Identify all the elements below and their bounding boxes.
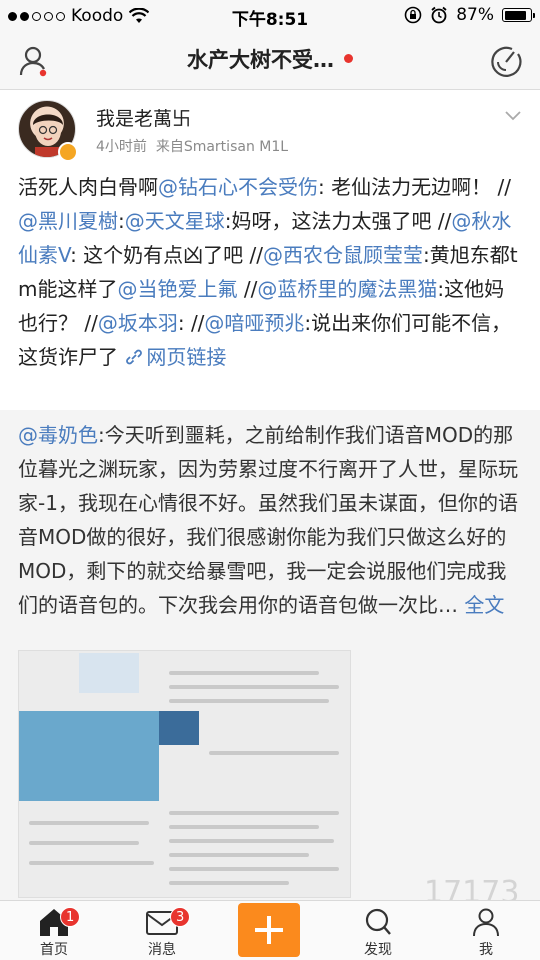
- tab-home[interactable]: 1 首页: [0, 901, 108, 960]
- post-body: 活死人肉白骨啊@钻石心不会受伤: 老仙法力无边啊！ // @黑川夏樹:@天文星球:…: [18, 170, 523, 374]
- post-source: 来自Smartisan M1L: [155, 139, 289, 155]
- status-bar: Koodo 下午8:51 87%: [0, 0, 540, 32]
- image-header-card: [79, 653, 139, 693]
- tab-me-label: 我: [479, 942, 493, 958]
- post-time: 4小时前: [96, 139, 147, 155]
- repost-mention[interactable]: @毒奶色: [18, 423, 98, 447]
- web-link-label: 网页链接: [146, 345, 227, 369]
- post-meta: 4小时前 来自Smartisan M1L: [96, 136, 288, 156]
- verified-badge-icon: [58, 142, 78, 162]
- weibo-post[interactable]: 我是老萬卐 4小时前 来自Smartisan M1L 活死人肉白骨啊@钻石心不会…: [0, 90, 540, 410]
- alarm-icon: [431, 6, 447, 24]
- battery-percent: 87%: [456, 5, 494, 25]
- profile-icon: [473, 908, 499, 937]
- mention-link[interactable]: @当铯爱上氟: [117, 277, 237, 301]
- post-text-segment: : 老仙法力无边啊！ //: [318, 175, 511, 199]
- author-name[interactable]: 我是老萬卐: [96, 104, 191, 131]
- repost-body: @毒奶色:今天听到噩耗，之前给制作我们语音MOD的那位暮光之渊玩家，因为劳累过度…: [18, 418, 523, 622]
- tab-messages-label: 消息: [148, 942, 176, 958]
- tab-discover[interactable]: 发现: [324, 901, 432, 960]
- radar-icon[interactable]: [488, 44, 524, 80]
- page-title-text: 水产大树不受…: [187, 48, 334, 72]
- mention-link[interactable]: @钻石心不会受伤: [158, 175, 318, 199]
- post-segments: 活死人肉白骨啊@钻石心不会受伤: 老仙法力无边啊！ // @黑川夏樹:@天文星球:…: [18, 175, 518, 369]
- post-text-segment: :: [118, 209, 125, 233]
- mention-link[interactable]: @西农仓鼠顾莹莹: [263, 243, 423, 267]
- tab-discover-label: 发现: [364, 942, 392, 958]
- page-title: 水产大树不受…: [0, 44, 540, 74]
- web-link[interactable]: 网页链接: [124, 345, 226, 369]
- post-text-segment: 活死人肉白骨啊: [18, 175, 158, 199]
- post-text-segment: :妈呀，这法力太强了吧 //: [224, 209, 452, 233]
- post-text-segment: : //: [177, 311, 205, 335]
- battery-icon: [502, 8, 535, 22]
- repost-text: :今天听到噩耗，之前给制作我们语音MOD的那位暮光之渊玩家，因为劳累过度不行离开…: [18, 423, 518, 617]
- home-badge: 1: [60, 907, 81, 927]
- mention-link[interactable]: @蓝桥里的魔法黑猫: [257, 277, 437, 301]
- tab-me[interactable]: 我: [432, 901, 540, 960]
- messages-badge: 3: [170, 907, 191, 927]
- unread-dot: [344, 54, 353, 63]
- rotation-lock-icon: [404, 6, 422, 24]
- search-icon: [365, 908, 391, 935]
- tab-home-label: 首页: [40, 942, 68, 958]
- mention-link[interactable]: @黑川夏樹: [18, 209, 118, 233]
- mention-link[interactable]: @喑哑预兆: [204, 311, 304, 335]
- mention-link[interactable]: @天文星球: [125, 209, 225, 233]
- link-icon: [126, 349, 143, 365]
- navigation-bar: 水产大树不受…: [0, 32, 540, 90]
- post-text-segment: : 这个奶有点凶了吧 //: [70, 243, 263, 267]
- tab-bar: 1 首页 3 消息 发现 我: [0, 900, 540, 960]
- repost-image[interactable]: [18, 650, 351, 898]
- full-text-link[interactable]: 全文: [464, 593, 504, 617]
- compose-button[interactable]: [238, 903, 300, 957]
- post-text-segment: //: [237, 277, 258, 301]
- chevron-down-icon[interactable]: [504, 106, 522, 124]
- reposted-content[interactable]: @毒奶色:今天听到噩耗，之前给制作我们语音MOD的那位暮光之渊玩家，因为劳累过度…: [0, 410, 540, 900]
- image-avatar-panel: [19, 711, 159, 801]
- mention-link[interactable]: @坂本羽: [98, 311, 178, 335]
- tab-messages[interactable]: 3 消息: [108, 901, 216, 960]
- battery-fill: [504, 10, 527, 20]
- status-right: 87%: [404, 5, 535, 25]
